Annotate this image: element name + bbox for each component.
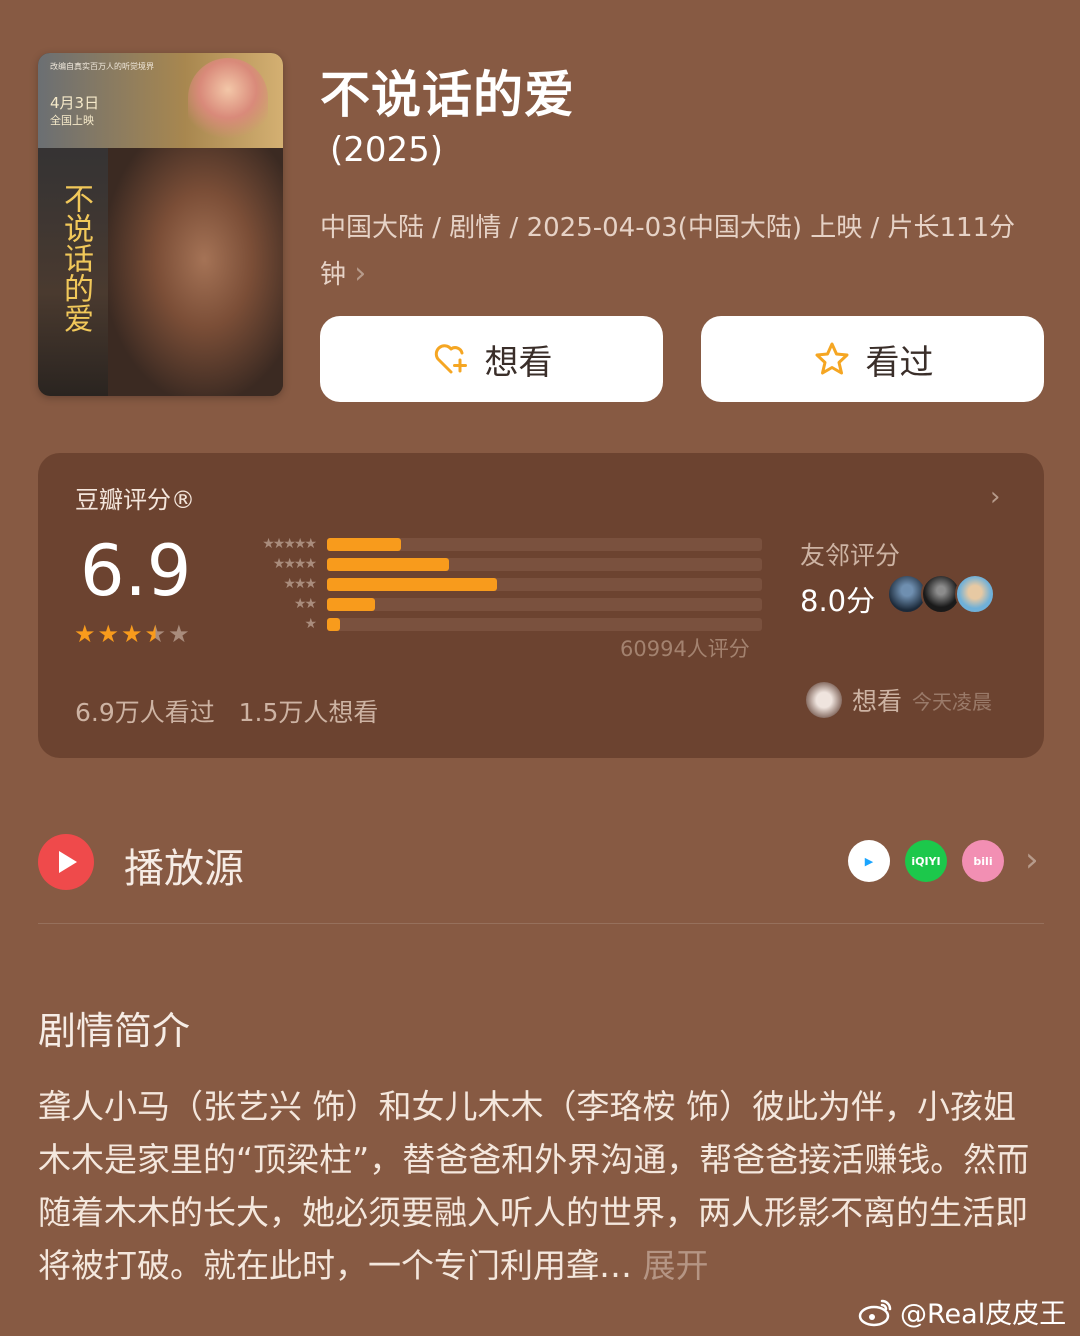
rating-bar-track [327, 577, 762, 591]
rating-bar-stars: ★★★★ [272, 556, 317, 572]
rating-bar-row: ★ [230, 616, 762, 632]
star-icon: ★ [144, 620, 167, 648]
friend-rating-label: 友邻评分 [800, 541, 901, 570]
friend-rating-score: 8.0分 [800, 584, 876, 618]
watched-count: 6.9万人看过 [75, 698, 215, 727]
play-sources-title[interactable]: 播放源 [124, 836, 244, 894]
watched-button[interactable]: 看过 [701, 316, 1044, 402]
want-label: 想看 [484, 342, 553, 383]
movie-year: (2025) [330, 130, 444, 170]
star-icon [815, 342, 848, 375]
weibo-icon [858, 1299, 892, 1326]
watermark-text: @Real皮皮王 [900, 1299, 1067, 1330]
poster-release-text: 全国上映 [50, 114, 94, 127]
recent-time: 今天凌晨 [912, 689, 993, 714]
iqiyi-icon[interactable]: iQIYI [905, 840, 947, 882]
rating-bar-stars: ★★★ [283, 576, 317, 592]
chevron-right-icon: › [354, 256, 367, 291]
expand-link[interactable]: 展开 [643, 1246, 709, 1285]
rating-bar-fill [327, 577, 497, 591]
rating-count: 60994人评分 [620, 637, 750, 661]
rating-bar-row: ★★ [230, 596, 762, 612]
rating-stars: ★ ★ ★ ★ ★ [74, 620, 190, 648]
rating-bar-row: ★★★★★ [230, 536, 762, 552]
synopsis-text: 聋人小马（张艺兴 饰）和女儿木木（李珞桉 饰）彼此为伴，小孩姐木木是家里的“顶梁… [38, 1087, 1030, 1285]
want-count: 1.5万人想看 [238, 698, 379, 727]
rating-bar-fill [327, 557, 449, 571]
watched-label: 看过 [865, 342, 934, 383]
star-icon: ★ [74, 620, 96, 648]
rating-bar-track [327, 597, 762, 611]
chevron-right-icon[interactable]: › [990, 482, 1000, 512]
watch-counts: 6.9万人看过 1.5万人想看 [75, 693, 378, 729]
synopsis-title: 剧情简介 [38, 1009, 191, 1053]
movie-meta-text: 中国大陆 / 剧情 / 2025-04-03(中国大陆) 上映 / 片长111分… [320, 213, 1016, 290]
synopsis-text-block: 聋人小马（张艺兴 饰）和女儿木木（李珞桉 饰）彼此为伴，小孩姐木木是家里的“顶梁… [38, 1080, 1048, 1292]
rating-bar-track [327, 617, 762, 631]
rating-bar-track [327, 557, 762, 571]
divider [38, 923, 1044, 924]
rating-bar-stars: ★★ [293, 596, 317, 612]
rating-score: 6.9 [80, 530, 192, 612]
rating-bar-fill [327, 617, 341, 631]
star-icon: ★ [121, 620, 143, 648]
rating-bar-row: ★★★★ [230, 556, 762, 572]
bilibili-icon[interactable]: bili [962, 840, 1004, 882]
douban-rating-label: 豆瓣评分® [75, 486, 195, 514]
poster-portrait [108, 148, 283, 396]
movie-title: 不说话的爱 [320, 66, 575, 124]
rating-bar-row: ★★★ [230, 576, 762, 592]
poster-tagline: 改编自真实百万人的听觉境界 [50, 62, 154, 71]
rating-bar-fill [327, 537, 401, 551]
avatar [955, 574, 995, 614]
play-icon[interactable] [38, 834, 94, 890]
chevron-right-icon[interactable]: › [1025, 840, 1039, 880]
heart-plus-icon [434, 344, 467, 374]
rating-bar-stars: ★ [304, 616, 317, 632]
friend-avatars[interactable] [887, 574, 995, 614]
poster-child-figure [188, 58, 268, 148]
movie-meta[interactable]: 中国大陆 / 剧情 / 2025-04-03(中国大陆) 上映 / 片长111分… [320, 205, 1040, 298]
rating-bar-stars: ★★★★★ [262, 536, 317, 552]
tencent-video-icon[interactable]: ▶ [848, 840, 890, 882]
rating-bar-fill [327, 597, 375, 611]
want-to-watch-button[interactable]: 想看 [320, 316, 663, 402]
avatar [806, 682, 842, 718]
poster-title: 不说话的爱 [58, 183, 93, 333]
poster-date: 4月3日 全国上映 [50, 95, 99, 129]
star-icon: ★ [168, 620, 190, 648]
recent-activity[interactable]: 想看 今天凌晨 [806, 682, 992, 718]
star-icon: ★ [97, 620, 120, 648]
poster-date-text: 4月3日 [50, 94, 100, 112]
movie-poster[interactable]: 改编自真实百万人的听觉境界 4月3日 全国上映 不说话的爱 [38, 53, 283, 396]
rating-bar-track [327, 537, 762, 551]
watermark: @Real皮皮王 [858, 1292, 1066, 1331]
recent-action: 想看 [852, 687, 903, 716]
